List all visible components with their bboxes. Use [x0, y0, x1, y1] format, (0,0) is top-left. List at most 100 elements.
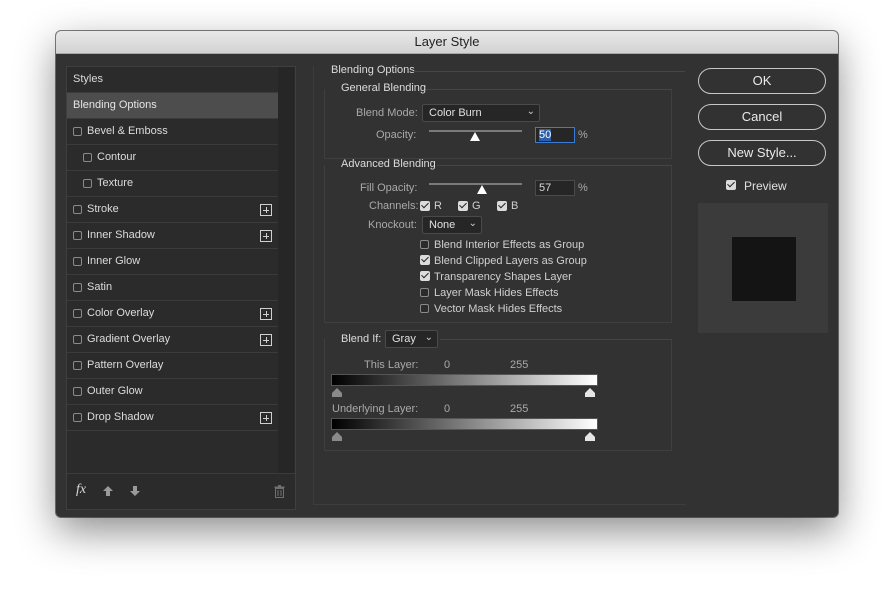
bevel-emboss-checkbox[interactable] [73, 127, 82, 136]
preview-checkbox[interactable] [726, 180, 736, 190]
style-item-outer-glow[interactable]: Outer Glow [67, 379, 278, 405]
new-style-button[interactable]: New Style... [698, 140, 826, 166]
layer-mask-hides-checkbox[interactable] [420, 288, 429, 297]
style-item-label: Blending Options [73, 99, 157, 111]
add-inner-shadow-icon[interactable] [260, 230, 272, 242]
style-item-label: Contour [97, 151, 137, 163]
opacity-label: Opacity: [376, 129, 417, 141]
blend-interior-checkbox[interactable] [420, 240, 429, 249]
general-blending-title: General Blending [341, 82, 427, 94]
blend-clipped-checkbox[interactable] [420, 255, 430, 265]
cancel-button[interactable]: Cancel [698, 104, 826, 130]
style-item-label: Stroke [87, 203, 119, 215]
fill-opacity-unit: % [578, 182, 588, 194]
opacity-input[interactable]: 50 [535, 127, 575, 143]
this-layer-label: This Layer: [364, 359, 419, 371]
add-gradient-overlay-icon[interactable] [260, 334, 272, 346]
preview-swatch [732, 237, 796, 301]
fill-opacity-slider-thumb[interactable] [477, 185, 487, 194]
style-item-gradient-overlay[interactable]: Gradient Overlay [67, 327, 278, 353]
style-item-label: Color Overlay [87, 307, 155, 319]
fill-opacity-label: Fill Opacity: [360, 182, 418, 194]
stroke-checkbox[interactable] [73, 205, 82, 214]
add-color-overlay-icon[interactable] [260, 308, 272, 320]
blend-mode-value: Color Burn [429, 107, 482, 119]
fill-opacity-value: 57 [539, 182, 552, 194]
underlying-white-slider[interactable] [585, 432, 595, 441]
general-blending-group [324, 89, 672, 159]
this-layer-gradient-bar [331, 374, 598, 386]
contour-checkbox[interactable] [83, 153, 92, 162]
underlying-high-value: 255 [510, 403, 529, 415]
underlying-black-slider[interactable] [332, 432, 342, 441]
knockout-select[interactable]: None ⌄ [422, 216, 482, 234]
channel-r-checkbox[interactable] [420, 201, 430, 211]
this-layer-high-value: 255 [510, 359, 529, 371]
style-item-label: Bevel & Emboss [87, 125, 168, 137]
blend-if-group [324, 339, 672, 451]
style-item-pattern-overlay[interactable]: Pattern Overlay [67, 353, 278, 379]
style-item-stroke[interactable]: Stroke [67, 197, 278, 223]
ok-button[interactable]: OK [698, 68, 826, 94]
move-down-icon[interactable] [129, 485, 141, 497]
style-item-label: Inner Glow [87, 255, 141, 267]
knockout-label: Knockout: [368, 219, 417, 231]
drop-shadow-checkbox[interactable] [73, 413, 82, 422]
this-layer-white-slider[interactable] [585, 388, 595, 397]
underlying-layer-label: Underlying Layer: [332, 403, 419, 415]
channel-g-label: G [472, 200, 481, 212]
blending-options-title: Blending Options [331, 64, 415, 76]
vector-mask-hides-checkbox[interactable] [420, 304, 429, 313]
style-item-drop-shadow[interactable]: Drop Shadow [67, 405, 278, 431]
inner-glow-checkbox[interactable] [73, 257, 82, 266]
channel-r-label: R [434, 200, 442, 212]
style-item-blending-options[interactable]: Blending Options [67, 93, 278, 119]
style-item-bevel-emboss[interactable]: Bevel & Emboss [67, 119, 278, 145]
fill-opacity-slider-track[interactable] [429, 183, 522, 185]
layer-style-dialog: Layer Style Styles Blending Options Beve… [56, 31, 838, 517]
advanced-blending-title: Advanced Blending [341, 158, 436, 170]
opacity-slider-thumb[interactable] [470, 132, 480, 141]
move-up-icon[interactable] [102, 485, 114, 497]
style-item-contour[interactable]: Contour [67, 145, 278, 171]
opacity-value: 50 [539, 129, 552, 141]
trash-icon[interactable] [274, 485, 285, 498]
divider [437, 165, 672, 166]
style-item-label: Gradient Overlay [87, 333, 171, 345]
outer-glow-checkbox[interactable] [73, 387, 82, 396]
style-item-inner-shadow[interactable]: Inner Shadow [67, 223, 278, 249]
color-overlay-checkbox[interactable] [73, 309, 82, 318]
vector-mask-hides-label: Vector Mask Hides Effects [434, 303, 563, 315]
blend-mode-select[interactable]: Color Burn ⌄ [422, 104, 540, 122]
fill-opacity-input[interactable]: 57 [535, 180, 575, 196]
divider [413, 71, 685, 72]
opacity-unit: % [578, 129, 588, 141]
channel-b-label: B [511, 200, 519, 212]
channel-b-checkbox[interactable] [497, 201, 507, 211]
texture-checkbox[interactable] [83, 179, 92, 188]
transparency-shapes-checkbox[interactable] [420, 271, 430, 281]
pattern-overlay-checkbox[interactable] [73, 361, 82, 370]
knockout-value: None [429, 219, 456, 231]
this-layer-black-slider[interactable] [332, 388, 342, 397]
this-layer-low-value: 0 [444, 359, 451, 371]
styles-scrollbar[interactable] [278, 67, 294, 473]
blend-if-select[interactable]: Gray ⌄ [385, 330, 438, 348]
preview-label: Preview [744, 179, 787, 193]
add-stroke-icon[interactable] [260, 204, 272, 216]
style-item-color-overlay[interactable]: Color Overlay [67, 301, 278, 327]
transparency-shapes-label: Transparency Shapes Layer [434, 271, 572, 283]
style-item-inner-glow[interactable]: Inner Glow [67, 249, 278, 275]
add-drop-shadow-icon[interactable] [260, 412, 272, 424]
chevron-down-icon: ⌄ [468, 218, 477, 229]
divider [440, 339, 672, 340]
channel-g-checkbox[interactable] [458, 201, 468, 211]
styles-header[interactable]: Styles [67, 67, 278, 93]
fx-icon[interactable]: fx [76, 482, 86, 498]
style-item-label: Pattern Overlay [87, 359, 164, 371]
gradient-overlay-checkbox[interactable] [73, 335, 82, 344]
inner-shadow-checkbox[interactable] [73, 231, 82, 240]
satin-checkbox[interactable] [73, 283, 82, 292]
style-item-satin[interactable]: Satin [67, 275, 278, 301]
style-item-texture[interactable]: Texture [67, 171, 278, 197]
